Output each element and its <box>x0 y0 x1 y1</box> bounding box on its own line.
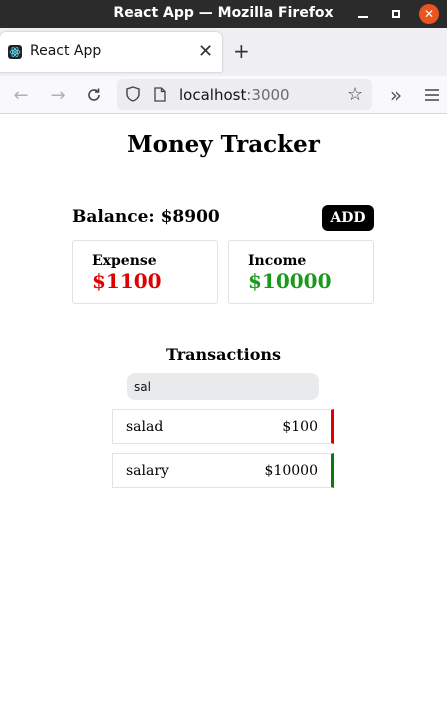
maximize-button[interactable] <box>386 4 406 24</box>
transaction-list: salad $100 salary $10000 <box>112 409 334 497</box>
shield-icon[interactable] <box>126 86 140 106</box>
expense-amount: $1100 <box>92 269 162 293</box>
expense-label: Expense <box>92 253 157 269</box>
react-logo-icon <box>8 45 22 59</box>
minimize-button[interactable] <box>353 4 373 24</box>
balance-label: Balance: $8900 <box>72 207 220 227</box>
transactions-heading: Transactions <box>165 345 282 364</box>
window-title: React App — Mozilla Firefox <box>113 5 334 21</box>
minimize-icon <box>358 16 368 18</box>
navigation-bar: ← → localhost:3000 ☆ » <box>0 76 447 114</box>
reload-icon[interactable] <box>82 83 106 107</box>
transaction-row[interactable]: salad $100 <box>112 409 334 444</box>
close-window-button[interactable]: ✕ <box>419 4 439 24</box>
hamburger-menu-icon[interactable] <box>420 83 444 107</box>
close-icon: ✕ <box>423 7 435 21</box>
transaction-name: salad <box>126 419 164 435</box>
maximize-icon <box>392 10 400 18</box>
url-port: :3000 <box>246 86 290 104</box>
tab-react-app[interactable]: React App ✕ <box>0 32 222 72</box>
page-title: Money Tracker <box>127 131 320 158</box>
tab-title: React App <box>30 43 102 59</box>
add-button[interactable]: ADD <box>322 205 374 231</box>
window-titlebar: React App — Mozilla Firefox ✕ <box>0 0 447 28</box>
overflow-chevron-icon[interactable]: » <box>384 83 408 107</box>
expense-card: Expense $1100 <box>72 240 218 304</box>
page-icon[interactable] <box>154 87 166 106</box>
url-text[interactable]: localhost:3000 <box>179 86 290 104</box>
transaction-amount: $100 <box>282 419 318 435</box>
forward-icon[interactable]: → <box>46 83 70 107</box>
transaction-name: salary <box>126 463 169 479</box>
search-input[interactable] <box>127 373 319 400</box>
close-tab-icon[interactable]: ✕ <box>198 41 213 62</box>
income-card: Income $10000 <box>228 240 374 304</box>
income-label: Income <box>248 253 307 269</box>
url-bar[interactable]: localhost:3000 ☆ <box>117 79 372 110</box>
url-host: localhost <box>179 86 247 104</box>
transaction-amount: $10000 <box>264 463 318 479</box>
back-icon[interactable]: ← <box>9 83 33 107</box>
tab-strip: React App ✕ + <box>0 28 447 76</box>
new-tab-icon[interactable]: + <box>233 39 250 63</box>
transaction-row[interactable]: salary $10000 <box>112 453 334 488</box>
income-amount: $10000 <box>248 269 332 293</box>
bookmark-star-icon[interactable]: ☆ <box>347 84 363 105</box>
